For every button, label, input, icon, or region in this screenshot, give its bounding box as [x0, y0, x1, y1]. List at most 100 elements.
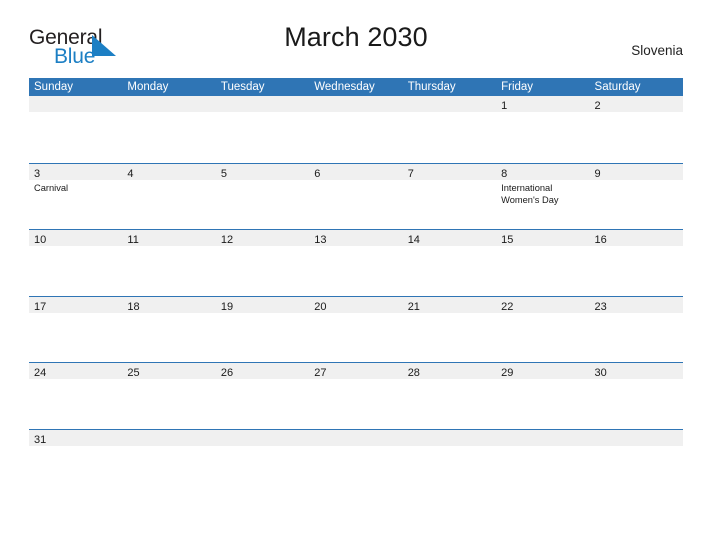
day-number: 4	[127, 167, 134, 180]
day-cell-3[interactable]: 3 Carnival	[29, 163, 123, 229]
day-number-band: 30	[589, 363, 683, 379]
day-number: 11	[127, 234, 139, 246]
day-cell-10[interactable]: 10	[29, 230, 123, 296]
day-number-band: 15	[496, 230, 590, 246]
day-number: 18	[127, 300, 140, 313]
day-number-band: 9	[589, 163, 683, 180]
day-cell-15[interactable]: 15	[496, 230, 590, 296]
weekday-header-sunday: Sunday	[34, 81, 74, 93]
weekday-header-saturday: Saturday	[594, 81, 641, 93]
day-cell-28[interactable]: 28	[402, 363, 497, 429]
day-number-band: 11	[122, 230, 216, 246]
day-number: 25	[127, 367, 140, 379]
day-cell-16[interactable]: 16	[589, 230, 683, 296]
day-number-band: 25	[122, 363, 216, 379]
day-number: 5	[220, 167, 227, 180]
day-cell-22[interactable]: 22	[496, 296, 590, 362]
day-cell-13[interactable]: 13	[309, 230, 403, 296]
day-number-band: 12	[215, 230, 310, 246]
day-number-band: 24	[29, 363, 123, 379]
day-cell-20[interactable]: 20	[309, 296, 403, 362]
calendar-week-row: 24 25 26 27 28 29 30	[29, 362, 683, 429]
day-cell-empty	[309, 429, 403, 455]
day-cell-5[interactable]: 5	[215, 163, 310, 229]
day-number-band: 6	[309, 163, 403, 180]
day-cell-empty	[496, 429, 590, 455]
day-number-band: 4	[122, 163, 216, 180]
day-number-band	[122, 429, 216, 446]
day-number: 17	[34, 300, 47, 313]
day-number-band	[122, 96, 216, 112]
day-number-band: 7	[402, 163, 497, 180]
day-cell-7[interactable]: 7	[402, 163, 497, 229]
day-number: 2	[594, 100, 601, 112]
day-number: 31	[34, 433, 47, 446]
weekday-header-thursday: Thursday	[407, 81, 456, 93]
day-cell-empty	[29, 96, 123, 163]
weekday-header-row: Sunday Monday Tuesday Wednesday Thursday Frid…	[29, 78, 683, 96]
day-number-band: 14	[402, 230, 497, 246]
day-number-band: 26	[215, 363, 310, 379]
day-cell-empty	[215, 96, 310, 163]
calendar-week-row: 10 11 12 13 14 15 16	[29, 229, 683, 296]
day-number-band: 27	[309, 363, 403, 379]
day-cell-27[interactable]: 27	[309, 363, 403, 429]
day-cell-24[interactable]: 24	[29, 363, 123, 429]
day-cell-12[interactable]: 12	[215, 230, 310, 296]
day-number-band: 5	[215, 163, 310, 180]
day-cell-empty	[122, 96, 216, 163]
day-number: 23	[594, 300, 607, 313]
day-number-band: 10	[29, 230, 123, 246]
calendar-week-row: 31	[29, 428, 683, 455]
day-number-band: 3	[29, 163, 123, 180]
day-cell-empty	[215, 429, 310, 455]
day-cell-14[interactable]: 14	[402, 230, 497, 296]
day-cell-4[interactable]: 4	[122, 163, 216, 229]
day-cell-30[interactable]: 30	[589, 363, 683, 429]
day-cell-25[interactable]: 25	[122, 363, 216, 429]
day-cell-empty	[402, 429, 497, 455]
day-cell-29[interactable]: 29	[496, 363, 590, 429]
day-number: 6	[314, 167, 321, 180]
day-number: 21	[407, 300, 420, 313]
day-cell-31[interactable]: 31	[29, 429, 123, 455]
day-cell-17[interactable]: 17	[29, 296, 123, 362]
weekday-header-tuesday: Tuesday	[220, 81, 265, 93]
day-cell-23[interactable]: 23	[589, 296, 683, 362]
day-cell-19[interactable]: 19	[215, 296, 310, 362]
calendar-page: General Blue March 2030 Slovenia Sunday M…	[0, 0, 712, 550]
day-cell-1[interactable]: 1	[496, 96, 590, 163]
day-number: 7	[407, 167, 414, 180]
day-cell-2[interactable]: 2	[589, 96, 683, 163]
day-cell-18[interactable]: 18	[122, 296, 216, 362]
day-number: 26	[220, 367, 234, 379]
day-cell-11[interactable]: 11	[122, 230, 216, 296]
day-cell-empty	[589, 429, 683, 455]
day-cell-9[interactable]: 9	[589, 163, 683, 229]
day-cell-26[interactable]: 26	[215, 363, 310, 429]
day-number: 27	[314, 367, 327, 379]
day-number: 1	[501, 100, 508, 112]
day-events: International Women's Day	[496, 180, 589, 207]
calendar-week-row: 3 Carnival 4 5 6 7 8 International Women's Day 9	[29, 162, 683, 229]
day-number-band	[402, 96, 497, 112]
day-number-band: 17	[29, 296, 123, 313]
day-number: 29	[501, 367, 514, 379]
day-cell-21[interactable]: 21	[402, 296, 497, 362]
day-cell-6[interactable]: 6	[309, 163, 403, 229]
day-number: 9	[594, 167, 601, 180]
day-number-band	[309, 96, 403, 112]
day-cell-8[interactable]: 8 International Women's Day	[496, 163, 590, 229]
page-header: General Blue March 2030 Slovenia	[29, 22, 683, 70]
day-number-band	[29, 96, 123, 112]
day-number: 12	[220, 234, 234, 246]
calendar-week-row: 12	[29, 96, 683, 163]
day-number: 24	[34, 367, 47, 379]
page-title: March 2030	[284, 22, 428, 52]
day-cell-empty	[309, 96, 403, 163]
day-number: 3	[34, 167, 41, 180]
day-number: 19	[220, 300, 234, 313]
day-number-band	[496, 429, 590, 446]
day-number-band: 23	[589, 296, 683, 313]
day-cell-empty	[402, 96, 497, 163]
